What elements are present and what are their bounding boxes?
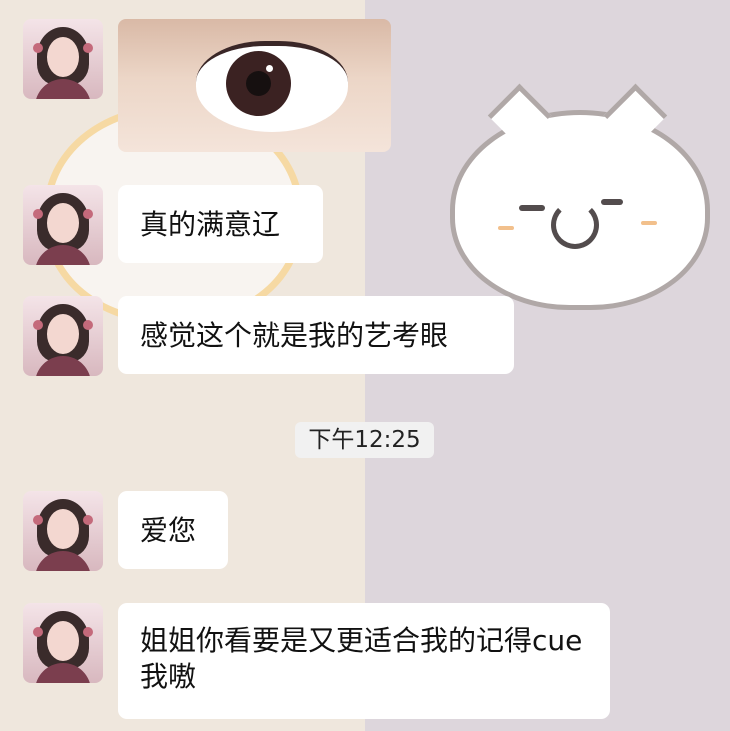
avatar[interactable] — [23, 19, 103, 99]
timestamp-badge: 下午12:25 — [295, 422, 434, 458]
cat-eye-icon — [519, 205, 545, 211]
avatar[interactable] — [23, 296, 103, 376]
chat-message: 姐姐你看要是又更适合我的记得cue我嗷 — [23, 603, 610, 719]
cat-blush-icon — [498, 226, 514, 230]
cat-mouth-icon — [551, 201, 599, 249]
chat-message: 爱您 — [23, 491, 228, 571]
avatar[interactable] — [23, 185, 103, 265]
chat-message — [23, 19, 391, 152]
avatar[interactable] — [23, 491, 103, 571]
avatar[interactable] — [23, 603, 103, 683]
chat-message: 真的满意辽 — [23, 185, 323, 265]
cat-sticker-right — [450, 83, 710, 310]
message-bubble[interactable]: 姐姐你看要是又更适合我的记得cue我嗷 — [118, 603, 610, 719]
eye-photo-bubble[interactable] — [118, 19, 391, 152]
chat-message: 感觉这个就是我的艺考眼 — [23, 296, 514, 376]
message-bubble[interactable]: 真的满意辽 — [118, 185, 323, 263]
cat-blush-icon — [641, 221, 657, 225]
message-bubble[interactable]: 感觉这个就是我的艺考眼 — [118, 296, 514, 374]
eye-photo — [196, 41, 348, 132]
message-bubble[interactable]: 爱您 — [118, 491, 228, 569]
cat-eye-icon — [601, 199, 623, 205]
